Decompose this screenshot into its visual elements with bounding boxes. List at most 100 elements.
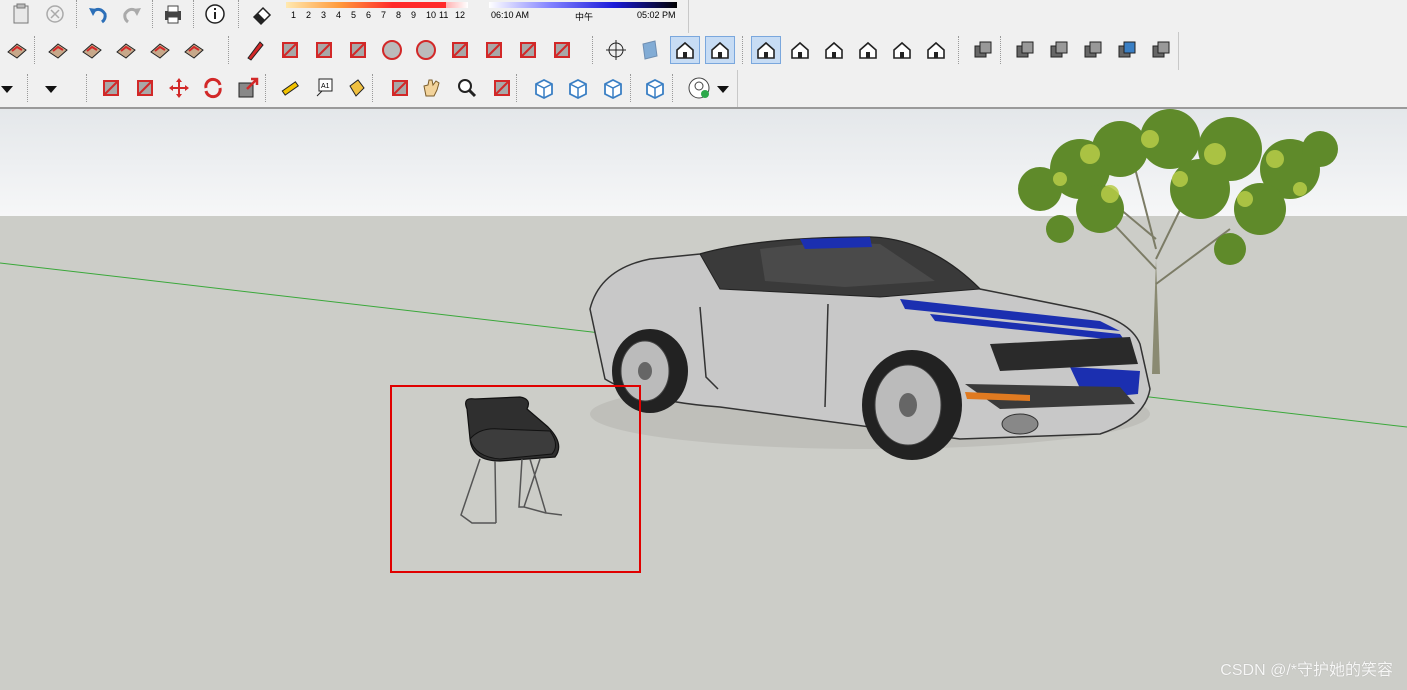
shadow-month-label: 2 (306, 10, 312, 20)
toolbar-separator (958, 36, 960, 64)
redo-icon[interactable] (117, 0, 147, 28)
sandbox-smoove-icon[interactable] (43, 36, 73, 64)
iso-view-icon[interactable] (670, 36, 700, 64)
shadow-month-label: 4 (336, 10, 342, 20)
close-icon[interactable] (40, 0, 70, 28)
toolbar-separator (372, 74, 374, 102)
account-dropdown-icon[interactable] (708, 74, 738, 102)
shadow-month-slider[interactable]: 1 2 3 4 5 6 7 8 9 10 11 12 (286, 0, 472, 30)
toolbar-separator (34, 36, 36, 64)
sandbox-flip-edge-icon[interactable] (179, 36, 209, 64)
toolbar-separator (672, 74, 674, 102)
shadow-month-track-end (446, 2, 468, 8)
standard-view-icon[interactable] (705, 36, 735, 64)
toolbar-row-2 (0, 32, 1180, 68)
shadow-time-start: 06:10 AM (491, 10, 530, 20)
follow-me-icon[interactable] (130, 74, 160, 102)
push-pull-icon[interactable] (96, 74, 126, 102)
orbit-icon[interactable] (385, 74, 415, 102)
shadow-month-label: 1 (291, 10, 297, 20)
shadow-month-label: 5 (351, 10, 357, 20)
rectangle-icon[interactable] (309, 36, 339, 64)
select-dropdown-icon[interactable] (0, 74, 22, 102)
svg-text:A1: A1 (321, 83, 330, 90)
bottom-view-icon[interactable] (921, 36, 951, 64)
toolbar-group-edge (1178, 32, 1179, 70)
circle-icon[interactable] (377, 36, 407, 64)
print-icon[interactable] (158, 0, 188, 28)
toolbar-separator (76, 0, 78, 28)
polygon-icon[interactable] (411, 36, 441, 64)
freehand-icon[interactable] (275, 36, 305, 64)
scene-canvas (0, 109, 1407, 524)
layout-icon[interactable] (598, 74, 628, 102)
pie-icon[interactable] (547, 36, 577, 64)
toolbar-separator (238, 0, 240, 28)
toolbar-group-edge (737, 70, 738, 107)
wireframe-icon[interactable] (1010, 36, 1040, 64)
shadow-time-slider[interactable]: 06:10 AM 中午 05:02 PM (489, 0, 679, 30)
shadow-time-end: 05:02 PM (637, 10, 676, 20)
extension-warehouse-icon[interactable] (563, 74, 593, 102)
arc-icon[interactable] (445, 36, 475, 64)
move-icon[interactable] (164, 74, 194, 102)
tape-measure-icon[interactable] (275, 74, 305, 102)
shadow-time-track (489, 2, 677, 8)
shadow-month-label: 8 (396, 10, 402, 20)
toolbar-separator (152, 0, 154, 28)
toolbar-group-edge (688, 0, 689, 33)
toolbar-row-1: 1 2 3 4 5 6 7 8 9 10 11 12 06:10 AM 中午 05:02 PM (0, 0, 700, 32)
xray-icon[interactable] (968, 36, 998, 64)
top-view-icon[interactable] (751, 36, 781, 64)
text-icon[interactable]: A1 (309, 74, 339, 102)
shadow-month-label: 7 (381, 10, 387, 20)
sandbox-drape-icon[interactable] (111, 36, 141, 64)
shadow-month-label: 3 (321, 10, 327, 20)
sandbox-add-detail-icon[interactable] (145, 36, 175, 64)
toolbar-separator (592, 36, 594, 64)
section-plane-icon[interactable] (635, 36, 665, 64)
eraser-dropdown-icon[interactable] (36, 74, 66, 102)
left-view-icon[interactable] (887, 36, 917, 64)
paint-bucket-icon[interactable] (341, 74, 371, 102)
sandbox-stamp-icon[interactable] (77, 36, 107, 64)
modeling-viewport[interactable]: CSDN @/*守护她的笑容 (0, 109, 1407, 690)
arc-3pt-icon[interactable] (513, 36, 543, 64)
pencil-icon[interactable] (241, 36, 271, 64)
orbit-center-icon[interactable] (601, 36, 631, 64)
right-view-icon[interactable] (819, 36, 849, 64)
warehouse-icon[interactable] (529, 74, 559, 102)
sandbox-grid-icon[interactable] (2, 36, 32, 64)
arc-2pt-icon[interactable] (479, 36, 509, 64)
pan-icon[interactable] (417, 74, 447, 102)
front-view-icon[interactable] (785, 36, 815, 64)
undo-icon[interactable] (83, 0, 113, 28)
rotated-rectangle-icon[interactable] (343, 36, 373, 64)
shadow-month-label: 11 (439, 10, 449, 20)
zoom-extents-icon[interactable] (487, 74, 517, 102)
shadow-month-label: 9 (411, 10, 417, 20)
model-info-icon[interactable] (200, 0, 230, 28)
monochrome-icon[interactable] (1146, 36, 1176, 64)
zoom-icon[interactable] (452, 74, 482, 102)
back-view-icon[interactable] (853, 36, 883, 64)
rotate-icon[interactable] (198, 74, 228, 102)
shaded-texture-icon[interactable] (1112, 36, 1142, 64)
paste-icon[interactable] (6, 0, 36, 28)
hidden-line-icon[interactable] (1044, 36, 1074, 64)
shaded-icon[interactable] (1078, 36, 1108, 64)
toolbar-separator (193, 0, 195, 28)
eraser-icon[interactable] (247, 0, 277, 28)
selection-box (390, 385, 641, 573)
extension-manager-icon[interactable] (640, 74, 670, 102)
toolbar-separator (516, 74, 518, 102)
scale-icon[interactable] (233, 74, 263, 102)
shadow-month-label: 12 (455, 10, 466, 20)
toolbar-separator (86, 74, 88, 102)
car[interactable] (589, 236, 1151, 460)
shadow-time-mid: 中午 (575, 12, 594, 22)
toolbar-separator (265, 74, 267, 102)
shadow-month-label: 6 (366, 10, 372, 20)
shadow-month-track (286, 2, 446, 8)
shadow-month-label: 10 (426, 10, 437, 20)
